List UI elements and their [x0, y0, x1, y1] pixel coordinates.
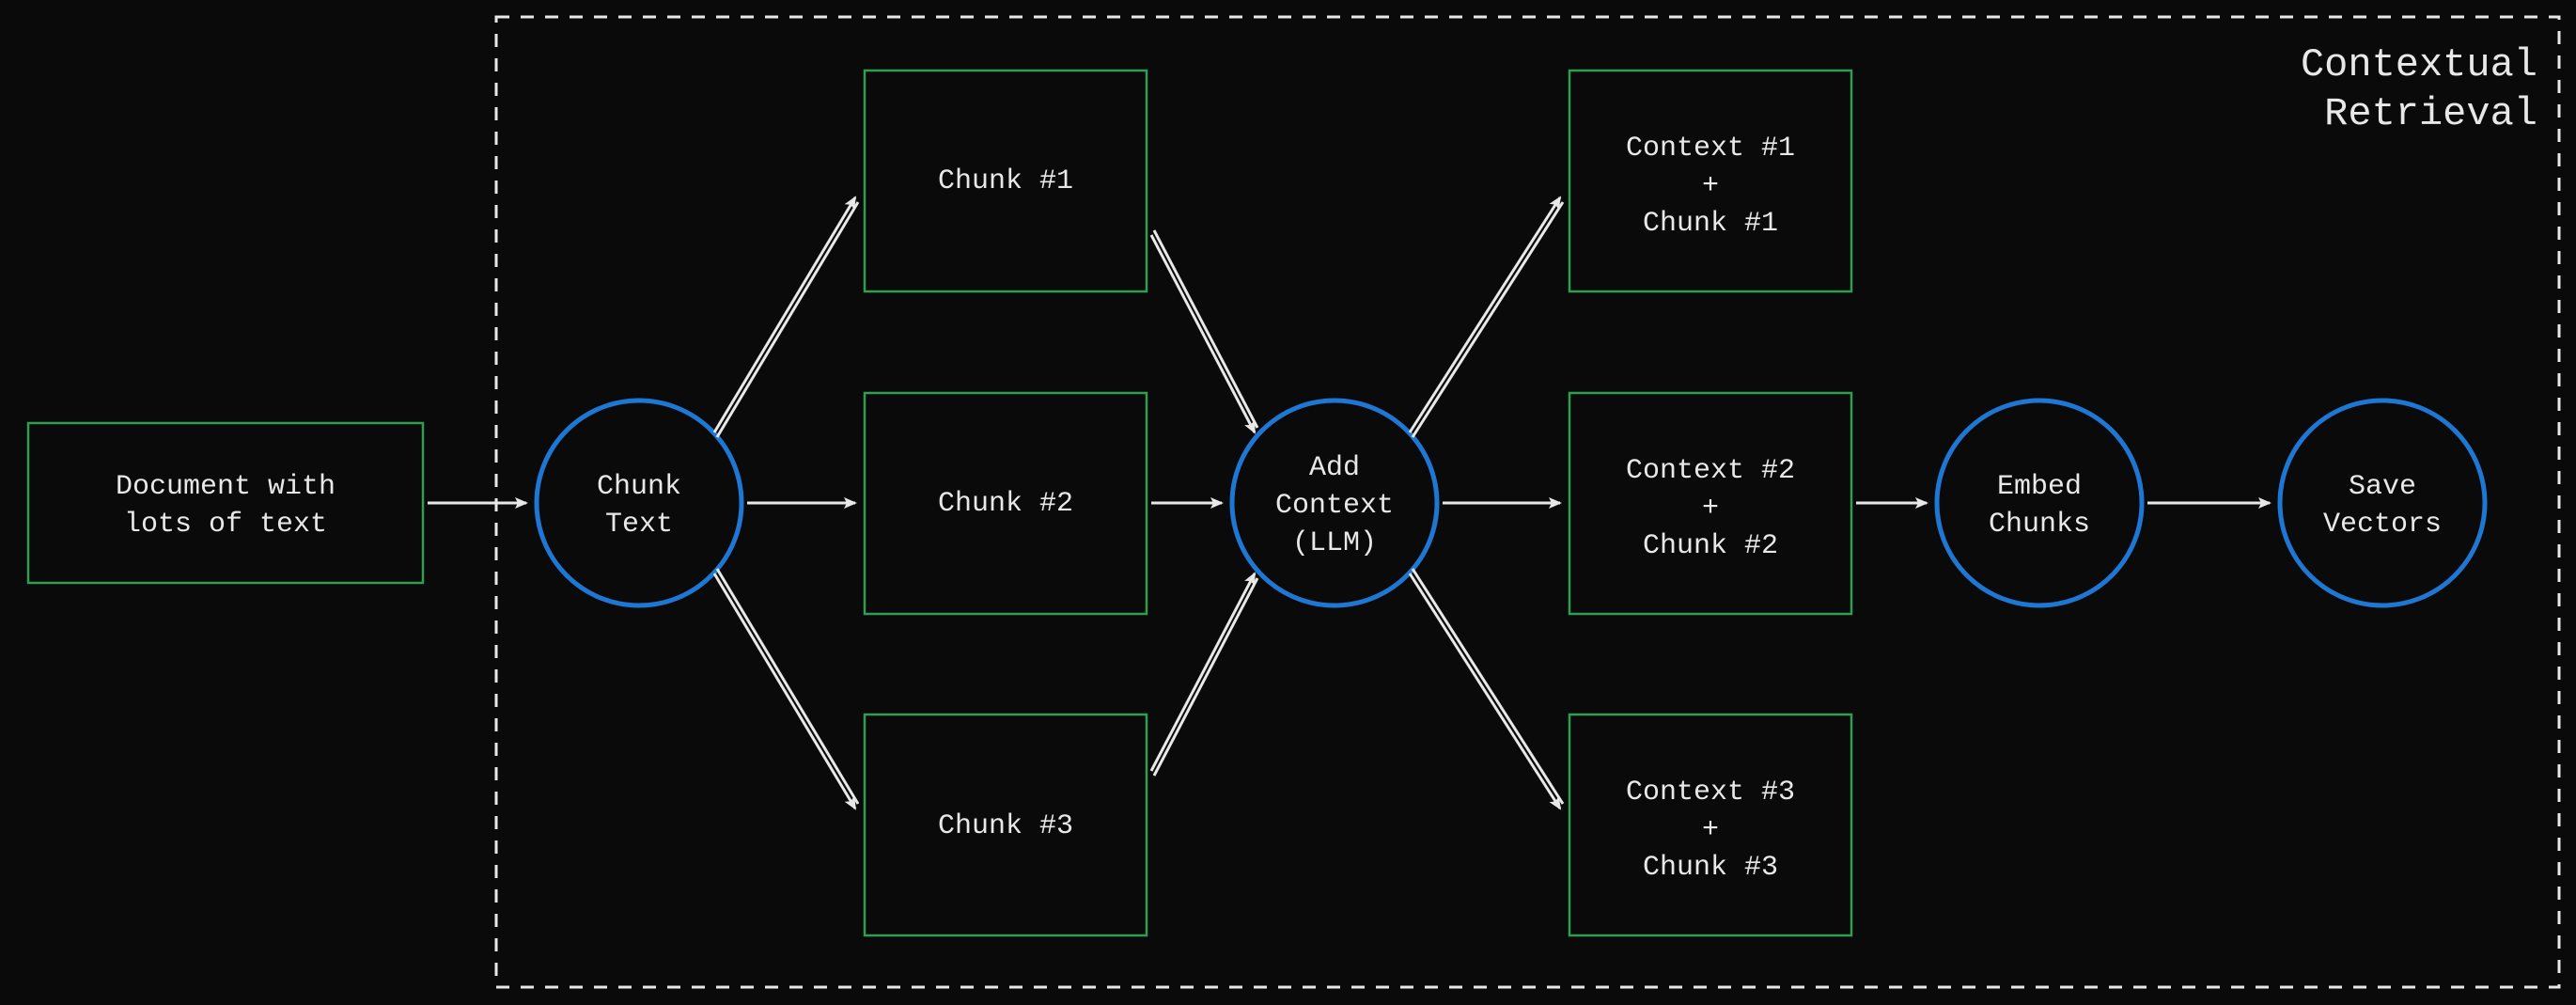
arrow-addctx-to-ctx1 [1410, 197, 1560, 432]
chunk-2-label: Chunk #2 [938, 488, 1073, 520]
embed-chunks-label-line2: Chunks [1989, 509, 2090, 541]
chunk-2-node: Chunk #2 [865, 393, 1147, 614]
context-1-label: Context #1 [1626, 133, 1795, 165]
arrow-chunktext-to-chunk3-dup [717, 569, 858, 804]
embed-chunks-node: Embed Chunks [1934, 398, 2144, 607]
arrow-addctx-to-ctx3-dup [1413, 569, 1563, 804]
add-context-label-line2: Context [1275, 490, 1394, 522]
document-node: Document with lots of text [28, 423, 423, 583]
context-1-plus: + [1702, 170, 1719, 202]
context-2-label: Context #2 [1626, 455, 1795, 487]
save-vectors-label-line1: Save [2349, 471, 2416, 503]
chunk-text-label-line1: Chunk [597, 471, 681, 503]
context-3-chunk: Chunk #3 [1643, 852, 1778, 884]
save-vectors-label-line2: Vectors [2323, 509, 2442, 541]
context-chunk-3-node: Context #3 + Chunk #3 [1569, 714, 1851, 935]
chunk-text-node: Chunk Text [532, 396, 745, 609]
arrow-chunktext-to-chunk1 [714, 197, 855, 432]
title-line-2: Retrieval [2324, 91, 2537, 136]
save-vectors-node: Save Vectors [2275, 396, 2489, 609]
chunk-text-label-line2: Text [605, 509, 673, 541]
add-context-label-line3: (LLM) [1292, 527, 1377, 559]
chunk-3-label: Chunk #3 [938, 810, 1073, 842]
arrow-addctx-to-ctx3 [1410, 573, 1560, 809]
context-2-chunk: Chunk #2 [1643, 530, 1778, 562]
arrow-chunk1-to-addctx-dup [1154, 230, 1257, 428]
arrow-chunk3-to-addctx [1151, 573, 1255, 771]
chunk-1-node: Chunk #1 [865, 71, 1147, 291]
title-line-1: Contextual [2301, 42, 2537, 87]
context-3-plus: + [1702, 814, 1719, 846]
arrow-chunktext-to-chunk3 [714, 573, 855, 809]
context-chunk-1-node: Context #1 + Chunk #1 [1569, 71, 1851, 291]
chunk-1-label: Chunk #1 [938, 165, 1073, 197]
arrow-chunktext-to-chunk1-dup [717, 202, 858, 437]
document-label-line1: Document with [116, 471, 336, 503]
context-3-label: Context #3 [1626, 777, 1795, 809]
arrow-chunk1-to-addctx [1151, 235, 1255, 432]
add-context-label-line1: Add [1309, 452, 1360, 484]
context-2-plus: + [1702, 493, 1719, 525]
arrow-chunk3-to-addctx-dup [1154, 578, 1257, 776]
embed-chunks-label-line1: Embed [1997, 471, 2082, 503]
context-chunk-2-node: Context #2 + Chunk #2 [1569, 393, 1851, 614]
document-label-line2: lots of text [124, 509, 327, 541]
context-1-chunk: Chunk #1 [1643, 208, 1778, 240]
chunk-3-node: Chunk #3 [865, 714, 1147, 935]
arrow-addctx-to-ctx1-dup [1413, 202, 1563, 437]
